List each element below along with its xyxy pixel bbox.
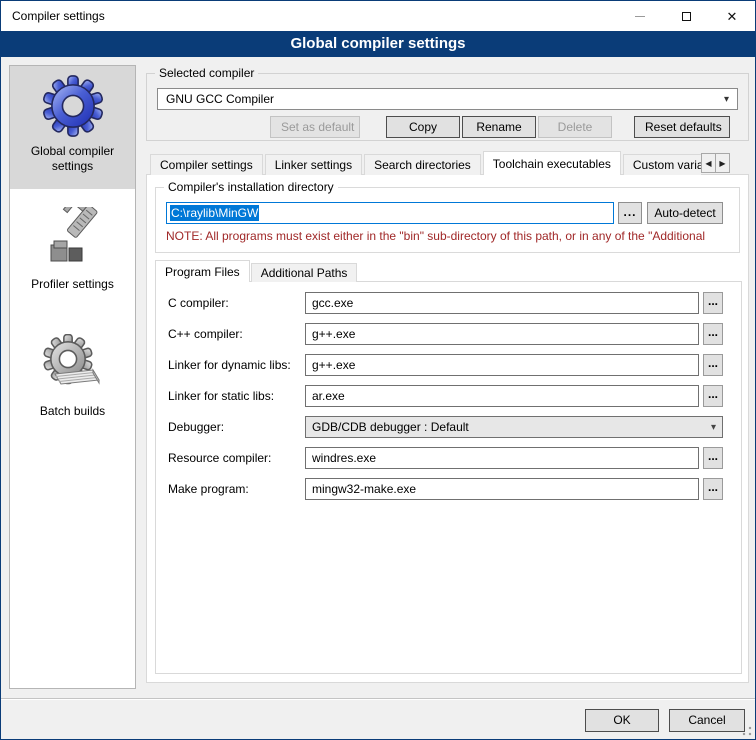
debugger-label: Debugger:	[168, 420, 305, 434]
toolchain-executables-page: Compiler's installation directory C:\ray…	[146, 174, 749, 683]
sidebar-item-label: Global compiler settings	[10, 144, 135, 174]
close-button[interactable]: ✕	[709, 1, 755, 31]
tab-scroll-arrows: ◀ ▶	[702, 153, 730, 173]
cancel-button[interactable]: Cancel	[669, 709, 745, 732]
linker-dynamic-input[interactable]	[305, 354, 699, 376]
arrow-left-icon: ◀	[705, 159, 711, 168]
footer-divider	[1, 698, 755, 700]
resize-grip[interactable]	[742, 726, 752, 736]
tab-linker-settings[interactable]: Linker settings	[265, 154, 362, 175]
subtab-program-files[interactable]: Program Files	[155, 260, 250, 282]
minimize-button[interactable]	[617, 1, 663, 31]
tab-toolchain-executables[interactable]: Toolchain executables	[483, 151, 621, 175]
linker-static-input[interactable]	[305, 385, 699, 407]
selected-compiler-group: Selected compiler GNU GCC Compiler ▾ Set…	[146, 73, 749, 141]
make-program-input[interactable]	[305, 478, 699, 500]
titlebar: Compiler settings ✕	[1, 1, 755, 31]
copy-button[interactable]: Copy	[386, 116, 460, 138]
c-compiler-input[interactable]	[305, 292, 699, 314]
sidebar-item-label: Batch builds	[10, 404, 135, 419]
sidebar-item-global-compiler-settings[interactable]: Global compiler settings	[10, 66, 135, 189]
installation-directory-group-label: Compiler's installation directory	[164, 180, 338, 194]
sidebar-item-label: Profiler settings	[10, 277, 135, 292]
cpp-compiler-browse-button[interactable]: ...	[703, 323, 723, 345]
resource-compiler-input[interactable]	[305, 447, 699, 469]
linker-static-label: Linker for static libs:	[168, 389, 305, 403]
tab-scroll-right-button[interactable]: ▶	[715, 153, 730, 173]
chevron-down-icon: ▾	[711, 422, 716, 433]
resource-compiler-row: Resource compiler: ...	[168, 447, 723, 469]
dialog-content: Global compiler settings	[1, 57, 755, 739]
titlebar-buttons: ✕	[617, 1, 755, 31]
compiler-buttons-row: Set as default Copy Rename Delete Reset …	[270, 116, 730, 138]
c-compiler-label: C compiler:	[168, 296, 305, 310]
linker-static-browse-button[interactable]: ...	[703, 385, 723, 407]
ok-button[interactable]: OK	[585, 709, 659, 732]
make-program-browse-button[interactable]: ...	[703, 478, 723, 500]
c-compiler-browse-button[interactable]: ...	[703, 292, 723, 314]
browse-directory-button[interactable]: ...	[618, 202, 642, 224]
compiler-select[interactable]: GNU GCC Compiler ▾	[157, 88, 738, 110]
tab-search-directories[interactable]: Search directories	[364, 154, 481, 175]
linker-dynamic-row: Linker for dynamic libs: ...	[168, 354, 723, 376]
make-program-row: Make program: ...	[168, 478, 723, 500]
make-program-label: Make program:	[168, 482, 305, 496]
debugger-select[interactable]: GDB/CDB debugger : Default ▾	[305, 416, 723, 438]
compiler-select-value: GNU GCC Compiler	[166, 92, 274, 106]
sidebar-item-profiler-settings[interactable]: Profiler settings	[10, 199, 135, 292]
dialog-heading: Global compiler settings	[1, 31, 755, 57]
tab-custom-variables[interactable]: Custom variables	[623, 154, 701, 175]
debugger-row: Debugger: GDB/CDB debugger : Default ▾	[168, 416, 723, 438]
compiler-settings-window: Compiler settings ✕ Global compiler sett…	[0, 0, 756, 740]
resource-compiler-label: Resource compiler:	[168, 451, 305, 465]
blue-gear-icon	[41, 74, 105, 138]
auto-detect-button[interactable]: Auto-detect	[647, 202, 723, 224]
tab-compiler-settings[interactable]: Compiler settings	[150, 154, 263, 175]
gray-gear-papers-icon	[41, 334, 105, 398]
installation-note: NOTE: All programs must exist either in …	[166, 229, 735, 243]
cpp-compiler-label: C++ compiler:	[168, 327, 305, 341]
installation-directory-row: C:\raylib\MinGW ... Auto-detect	[166, 202, 723, 224]
linker-dynamic-label: Linker for dynamic libs:	[168, 358, 305, 372]
window-title: Compiler settings	[12, 1, 105, 31]
arrow-right-icon: ▶	[719, 159, 725, 168]
caliper-icon	[41, 207, 105, 271]
rename-button[interactable]: Rename	[462, 116, 536, 138]
minimize-icon	[635, 16, 645, 17]
chevron-down-icon: ▾	[724, 94, 729, 105]
main-panel: Selected compiler GNU GCC Compiler ▾ Set…	[146, 67, 749, 683]
linker-static-row: Linker for static libs: ...	[168, 385, 723, 407]
reset-defaults-button[interactable]: Reset defaults	[634, 116, 730, 138]
selected-compiler-group-label: Selected compiler	[155, 66, 258, 80]
settings-category-list: Global compiler settings	[9, 65, 136, 689]
maximize-icon	[682, 12, 691, 21]
installation-directory-value: C:\raylib\MinGW	[170, 205, 259, 221]
resource-compiler-browse-button[interactable]: ...	[703, 447, 723, 469]
set-as-default-button[interactable]: Set as default	[270, 116, 360, 138]
c-compiler-row: C compiler: ...	[168, 292, 723, 314]
installation-directory-input[interactable]: C:\raylib\MinGW	[166, 202, 614, 224]
subtab-additional-paths[interactable]: Additional Paths	[251, 263, 358, 282]
installation-directory-group: Compiler's installation directory C:\ray…	[155, 187, 740, 253]
sidebar-item-batch-builds[interactable]: Batch builds	[10, 326, 135, 419]
close-icon: ✕	[727, 10, 738, 23]
tab-scroll-left-button[interactable]: ◀	[701, 153, 716, 173]
settings-tabstrip: Compiler settings Linker settings Search…	[150, 151, 701, 175]
program-files-page: C compiler: ... C++ compiler: ... Linker…	[155, 281, 742, 674]
cpp-compiler-row: C++ compiler: ...	[168, 323, 723, 345]
maximize-button[interactable]	[663, 1, 709, 31]
toolchain-subtabs: Program Files Additional Paths	[155, 260, 358, 282]
linker-dynamic-browse-button[interactable]: ...	[703, 354, 723, 376]
debugger-select-value: GDB/CDB debugger : Default	[312, 420, 469, 434]
delete-button[interactable]: Delete	[538, 116, 612, 138]
cpp-compiler-input[interactable]	[305, 323, 699, 345]
